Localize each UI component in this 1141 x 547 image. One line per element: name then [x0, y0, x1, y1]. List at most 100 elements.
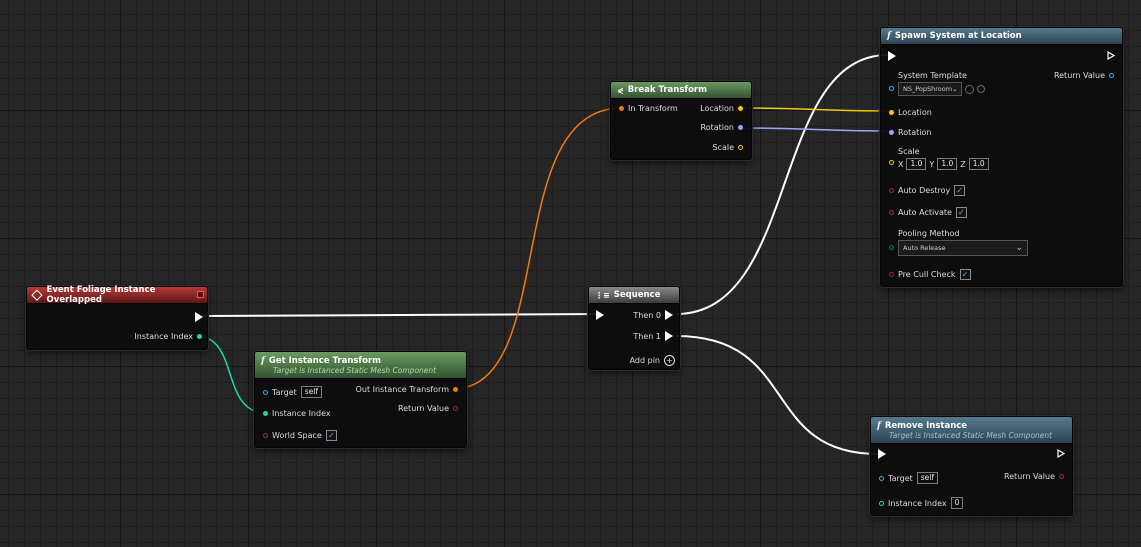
event-instance-index-pin[interactable]: Instance Index: [134, 332, 202, 341]
vector-pin-icon: [889, 160, 894, 165]
remove-exec-out-pin[interactable]: [1057, 449, 1065, 458]
event-foliage-node[interactable]: Event Foliage Instance Overlapped Instan…: [26, 285, 208, 350]
transform-pin-icon: [619, 106, 624, 111]
sequence-add-pin-button[interactable]: Add pin +: [630, 355, 675, 366]
remove-exec-in-pin[interactable]: [878, 449, 886, 459]
world-space-label: World Space: [272, 431, 322, 440]
exec-in-icon: [878, 449, 886, 459]
out-transform-label: Out Instance Transform: [355, 385, 449, 394]
spawn-return-value-pin[interactable]: Return Value: [1054, 71, 1114, 80]
get-transform-subtitle: Target is Instanced Static Mesh Componen…: [273, 365, 437, 375]
sequence-then0-pin[interactable]: Then 0: [633, 310, 673, 320]
scale-x-label: X: [898, 159, 904, 169]
spawn-auto-activate-pin[interactable]: Auto Activate ✓: [889, 207, 967, 218]
break-scale-pin[interactable]: Scale: [712, 143, 743, 152]
browse-icon[interactable]: [965, 84, 974, 94]
spawn-pre-cull-check-pin[interactable]: Pre Cull Check ✓: [889, 269, 971, 280]
boolean-pin-icon: [889, 272, 894, 277]
spawn-system-node[interactable]: f Spawn System at Location System Templa…: [880, 27, 1123, 287]
spawn-rotation-pin[interactable]: Rotation: [889, 128, 931, 137]
get-transform-header[interactable]: f Get Instance Transform Target is Insta…: [255, 352, 466, 379]
remove-instance-index-pin[interactable]: Instance Index 0: [879, 497, 964, 509]
sequence-then1-pin[interactable]: Then 1: [633, 331, 673, 341]
delegate-pin-icon[interactable]: [197, 291, 204, 298]
event-exec-out-pin[interactable]: [195, 312, 203, 322]
function-icon: f: [887, 31, 891, 41]
scale-z-input[interactable]: 1.0: [968, 158, 989, 170]
rotation-label: Rotation: [898, 128, 932, 137]
system-template-value: NS_PopShroom: [903, 85, 953, 93]
break-location-pin[interactable]: Location: [700, 104, 743, 113]
wire-exec-event-to-sequence: [200, 313, 599, 317]
scale-y-input[interactable]: 1.0: [937, 158, 958, 170]
vector-pin-icon: [738, 145, 743, 150]
boolean-pin-icon: [263, 433, 268, 438]
scale-x-input[interactable]: 1.0: [906, 158, 927, 170]
remove-return-value-pin[interactable]: Return Value: [1004, 472, 1064, 481]
return-value-label: Return Value: [1003, 472, 1055, 481]
auto-activate-checkbox[interactable]: ✓: [955, 207, 967, 218]
get-transform-instance-index-pin[interactable]: Instance Index: [263, 409, 331, 418]
target-self-input[interactable]: self: [916, 472, 938, 484]
spawn-pooling-method-pin[interactable]: Pooling Method Auto Release ⌄: [889, 229, 1028, 256]
get-transform-out-transform-pin[interactable]: Out Instance Transform: [356, 385, 458, 394]
break-rotation-pin[interactable]: Rotation: [701, 123, 743, 132]
auto-destroy-label: Auto Destroy: [898, 186, 951, 195]
get-instance-transform-node[interactable]: f Get Instance Transform Target is Insta…: [254, 351, 467, 448]
break-struct-icon: ⋞: [617, 85, 624, 95]
remove-instance-subtitle: Target is Instanced Static Mesh Componen…: [889, 430, 1053, 440]
sequence-node[interactable]: ⋮≡ Sequence Then 0 Then 1 Add pin +: [588, 286, 680, 370]
instance-index-label: Instance Index: [134, 332, 193, 341]
target-label: Target: [272, 387, 297, 397]
spawn-exec-out-pin[interactable]: [1107, 51, 1115, 60]
remove-instance-node[interactable]: f Remove Instance Target is Instanced St…: [870, 416, 1073, 516]
spawn-scale-pin[interactable]: Scale X 1.0 Y 1.0 Z 1.0: [889, 147, 989, 170]
boolean-pin-icon: [453, 406, 458, 411]
remove-instance-header[interactable]: f Remove Instance Target is Instanced St…: [871, 417, 1072, 444]
event-diamond-icon: [31, 289, 43, 301]
scale-label: Scale: [898, 147, 920, 156]
instance-index-input[interactable]: 0: [950, 497, 964, 509]
plus-circle-icon: +: [664, 355, 675, 366]
break-transform-node[interactable]: ⋞ Break Transform In Transform Location …: [610, 81, 752, 160]
vector-pin-icon: [738, 106, 743, 111]
pooling-method-dropdown[interactable]: Auto Release ⌄: [898, 240, 1028, 256]
pre-cull-check-checkbox[interactable]: ✓: [959, 269, 971, 280]
exec-out-icon: [665, 331, 673, 341]
chevron-down-icon: ⌄: [952, 85, 958, 93]
get-transform-world-space-pin[interactable]: World Space ✓: [263, 430, 337, 441]
spawn-system-template-pin[interactable]: System Template NS_PopShroom ⌄: [889, 71, 985, 96]
spawn-exec-in-pin[interactable]: [888, 51, 896, 61]
integer-pin-icon: [197, 334, 202, 339]
return-value-label: Return Value: [397, 404, 449, 413]
get-transform-target-pin[interactable]: Target self: [263, 386, 322, 398]
scale-z-label: Z: [960, 159, 966, 169]
world-space-checkbox[interactable]: ✓: [325, 430, 337, 441]
search-icon[interactable]: [977, 85, 985, 93]
object-pin-icon: [889, 86, 894, 91]
target-self-input[interactable]: self: [300, 386, 322, 398]
sequence-header[interactable]: ⋮≡ Sequence: [589, 287, 679, 304]
exec-out-icon: [195, 312, 203, 322]
spawn-auto-destroy-pin[interactable]: Auto Destroy ✓: [889, 185, 966, 196]
break-in-transform-pin[interactable]: In Transform: [619, 104, 678, 113]
spawn-location-pin[interactable]: Location: [889, 108, 932, 117]
spawn-system-header[interactable]: f Spawn System at Location: [881, 28, 1122, 45]
exec-in-icon: [888, 51, 896, 61]
auto-activate-label: Auto Activate: [898, 208, 952, 217]
pooling-method-label: Pooling Method: [898, 229, 960, 238]
remove-target-pin[interactable]: Target self: [879, 472, 938, 484]
get-transform-return-value-pin[interactable]: Return Value: [398, 404, 458, 413]
function-icon: f: [261, 355, 265, 366]
auto-destroy-checkbox[interactable]: ✓: [954, 185, 966, 196]
wire-rotation: [738, 127, 892, 132]
scale-y-label: Y: [929, 159, 935, 169]
byte-pin-icon: [889, 245, 894, 250]
wire-exec-then1-to-remove: [675, 335, 879, 455]
break-transform-header[interactable]: ⋞ Break Transform: [611, 82, 751, 99]
event-node-header[interactable]: Event Foliage Instance Overlapped: [27, 285, 207, 305]
system-template-dropdown[interactable]: NS_PopShroom ⌄: [898, 82, 962, 96]
sequence-exec-in-pin[interactable]: [596, 310, 604, 320]
scale-label: Scale: [712, 143, 734, 152]
location-label: Location: [898, 108, 932, 117]
